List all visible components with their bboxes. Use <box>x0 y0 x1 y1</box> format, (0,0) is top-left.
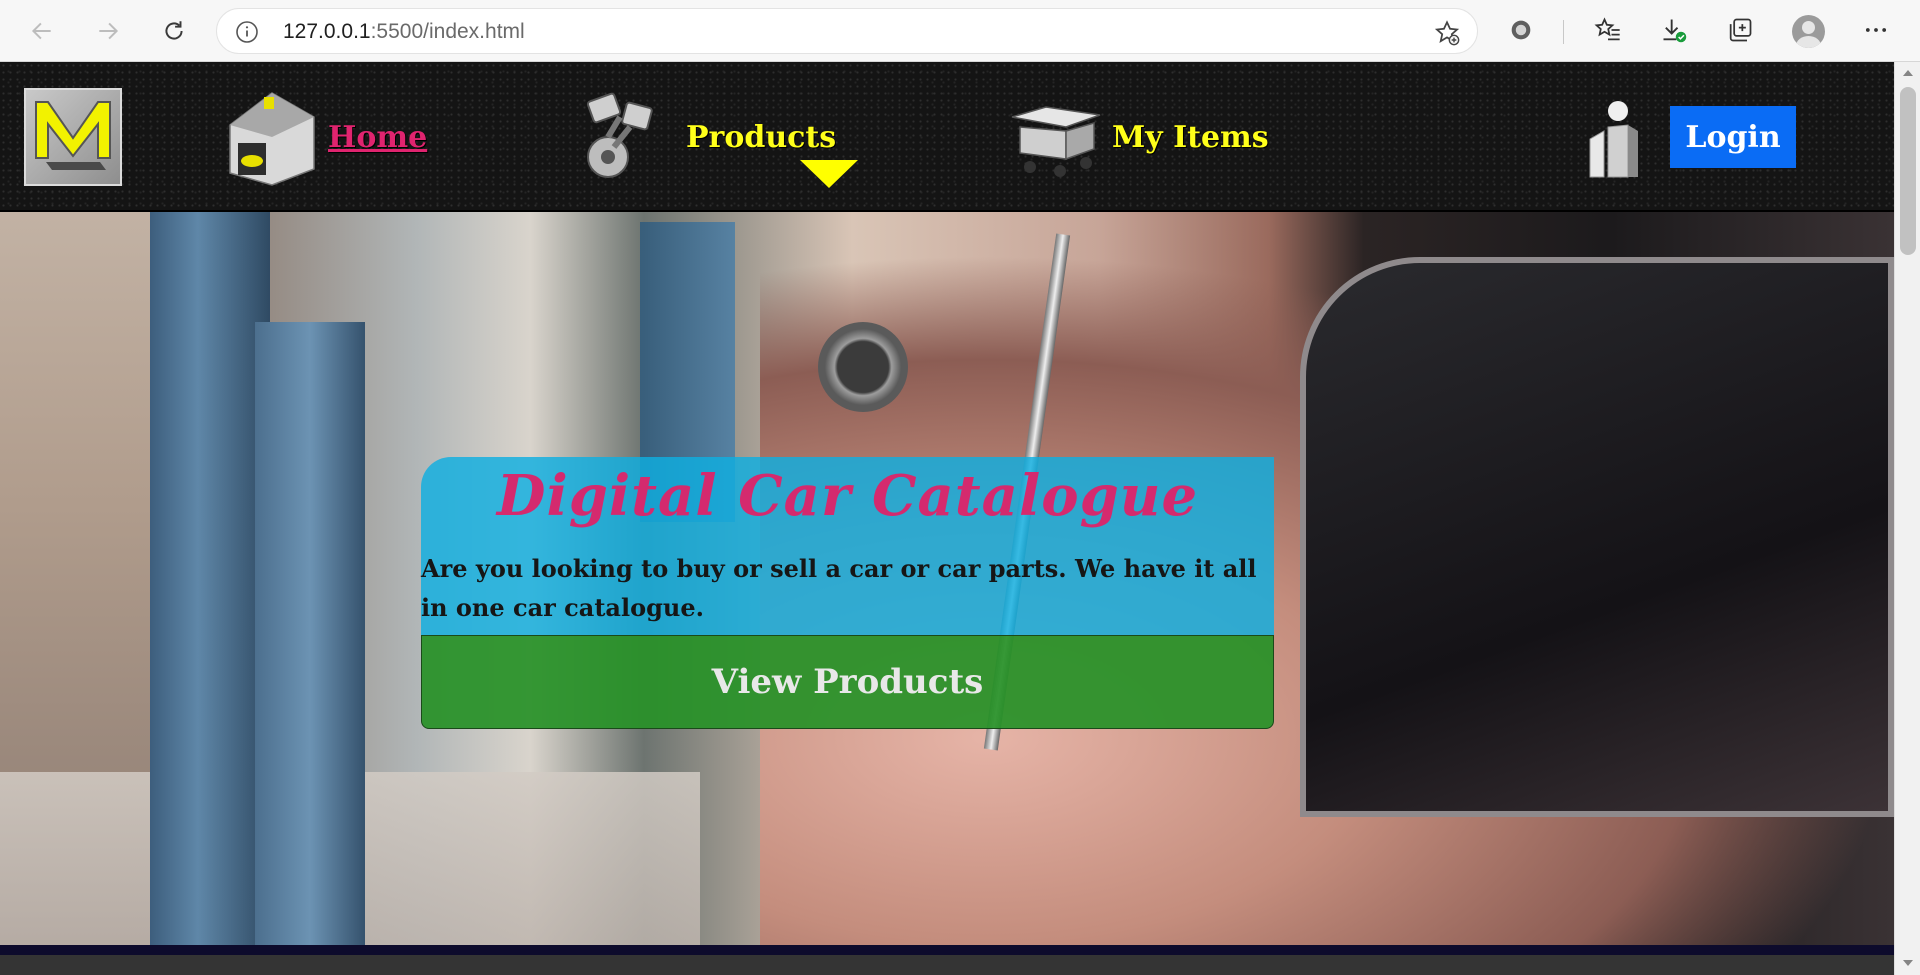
nav-my-items-label: My Items <box>1112 119 1269 155</box>
collections-icon <box>1729 18 1752 42</box>
avatar-head <box>1802 21 1815 34</box>
page-viewport: Home Products My Items Login Digital Car… <box>0 62 1894 975</box>
hero-title: Digital Car Catalogue <box>496 463 1199 529</box>
shopping-cart-box-icon <box>1011 106 1101 177</box>
downloads-icon <box>1663 19 1687 43</box>
hero-bg-side-mirror <box>818 322 908 412</box>
url-path: :5500/index.html <box>370 20 525 43</box>
avatar-body <box>1796 36 1821 48</box>
login-button[interactable]: Login <box>1670 106 1796 168</box>
profile-avatar[interactable] <box>1792 15 1825 48</box>
info-icon[interactable] <box>235 20 259 44</box>
more-button[interactable] <box>1860 14 1892 46</box>
hero-description: Are you looking to buy or sell a car or … <box>421 554 1257 622</box>
favorites-icon <box>1594 17 1620 41</box>
forward-button[interactable] <box>88 11 128 51</box>
nav-my-items[interactable]: My Items <box>1006 82 1269 192</box>
collections-button[interactable] <box>1724 14 1756 46</box>
more-icon <box>1865 28 1887 32</box>
extension-icon <box>1511 20 1531 40</box>
back-icon <box>31 22 51 40</box>
engine-parts-icon <box>586 92 653 178</box>
nav-products-label: Products <box>686 119 837 155</box>
extension-button[interactable] <box>1505 14 1537 46</box>
user-icon[interactable] <box>1582 99 1646 179</box>
garage-icon <box>229 92 315 186</box>
hero-bg-lift-post-2 <box>255 322 365 945</box>
site-header: Home Products My Items Login <box>0 62 1894 212</box>
back-button[interactable] <box>22 11 62 51</box>
site-logo[interactable] <box>24 88 122 186</box>
scroll-thumb[interactable] <box>1900 87 1916 255</box>
add-favorite-icon[interactable] <box>1433 19 1461 47</box>
page-footer-edge <box>0 945 1894 975</box>
scroll-up-arrow-icon[interactable] <box>1903 70 1913 76</box>
hero-bg-lift-post <box>150 212 270 945</box>
page-scrollbar[interactable] <box>1894 62 1920 975</box>
downloads-button[interactable] <box>1658 14 1690 46</box>
url-host: 127.0.0.1 <box>283 20 371 43</box>
nav-home[interactable]: Home <box>222 82 427 192</box>
products-dropdown-caret[interactable] <box>800 160 858 188</box>
hero-card-panel: Digital Car Catalogue Are you looking to… <box>421 457 1274 635</box>
forward-icon <box>99 22 119 40</box>
logo-m-icon <box>35 101 111 170</box>
favorites-button[interactable] <box>1592 14 1624 46</box>
view-products-button[interactable]: View Products <box>421 635 1274 729</box>
nav-home-label: Home <box>328 119 428 155</box>
address-bar[interactable]: 127.0.0.1:5500/index.html <box>216 8 1478 54</box>
hero-section: Digital Car Catalogue Are you looking to… <box>0 212 1894 945</box>
toolbar-divider <box>1563 20 1564 44</box>
refresh-icon <box>165 21 183 40</box>
refresh-button[interactable] <box>154 11 194 51</box>
nav-products[interactable]: Products <box>580 82 836 192</box>
url-text[interactable]: 127.0.0.1:5500/index.html <box>283 20 525 44</box>
scroll-down-arrow-icon[interactable] <box>1903 960 1913 966</box>
browser-toolbar: 127.0.0.1:5500/index.html <box>0 0 1920 62</box>
hero-bg-car-window <box>1300 257 1894 817</box>
hero-card: Digital Car Catalogue Are you looking to… <box>421 457 1274 729</box>
